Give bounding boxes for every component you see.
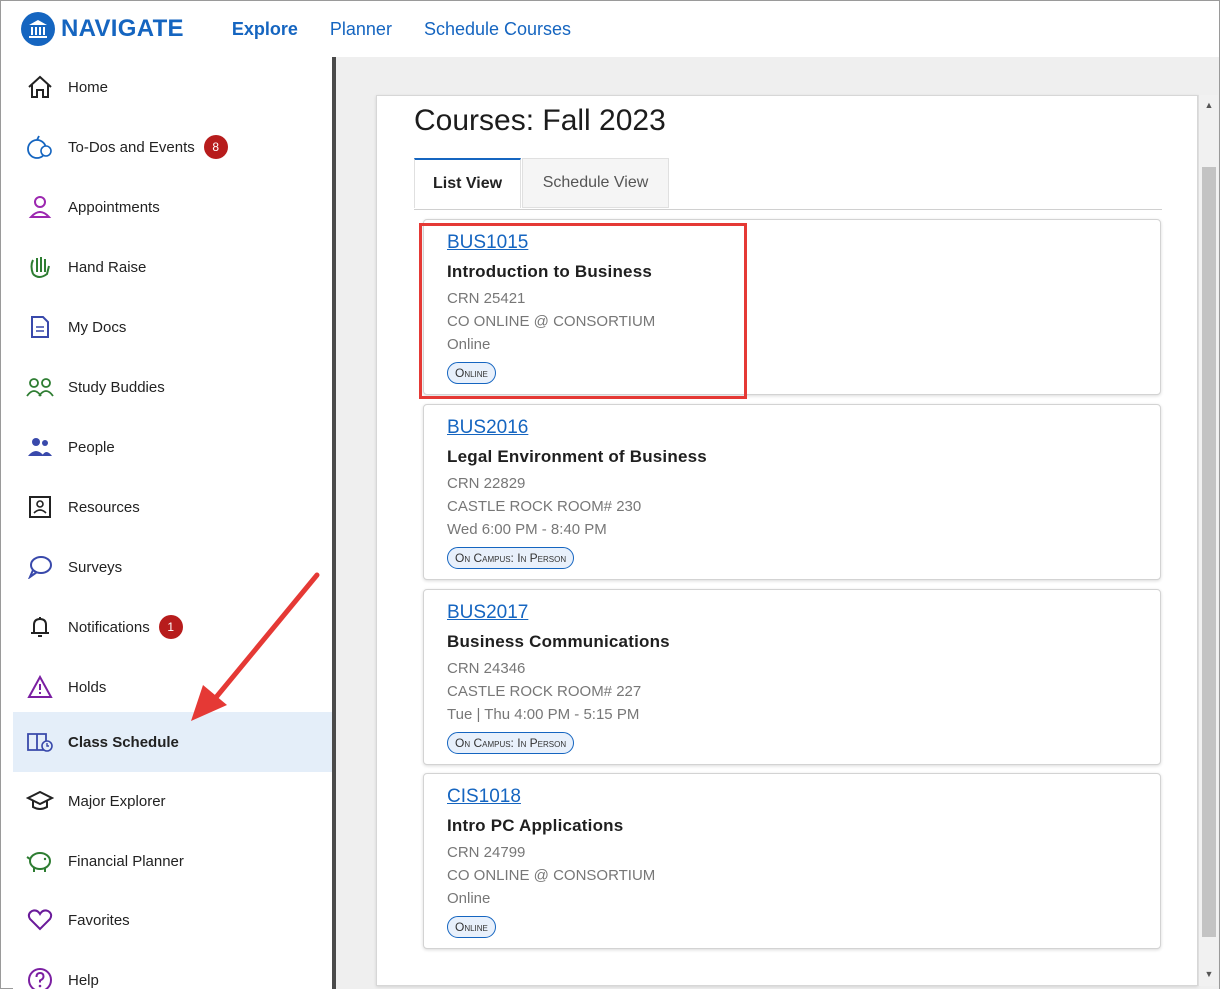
tab-list-view[interactable]: List View [414,158,521,208]
sidebar-item-resources[interactable]: Resources [13,477,333,537]
sidebar-item-label: Holds [68,678,107,696]
sidebar-item-holds[interactable]: Holds [13,657,333,717]
sidebar-item-favorites[interactable]: Favorites [13,890,333,950]
warning-icon [26,673,54,701]
top-nav: Explore Planner Schedule Courses [232,19,603,40]
course-code-link[interactable]: CIS1018 [447,786,521,808]
sidebar-item-home[interactable]: Home [13,57,333,117]
heart-icon [26,906,54,934]
course-location: CO ONLINE @ CONSORTIUM [447,313,656,330]
notification-count-badge: 1 [158,615,183,639]
course-location: CASTLE ROCK ROOM# 227 [447,683,642,700]
sidebar-item-label: Appointments [68,198,160,216]
people-icon [26,433,54,461]
sidebar-item-label: Financial Planner [68,852,184,870]
sidebar-item-label: Class Schedule [68,733,179,751]
top-bar: NAVIGATE Explore Planner Schedule Course… [1,1,1219,57]
brand[interactable]: NAVIGATE [21,12,184,46]
courses-panel: Courses: Fall 2023 List View Schedule Vi… [376,95,1198,986]
course-name: Intro PC Applications [447,816,624,835]
sidebar-item-label: Hand Raise [68,258,147,276]
help-icon [26,966,54,989]
sidebar-item-notifications[interactable]: Notifications 1 [13,597,333,657]
view-tabs: List View Schedule View [414,158,1162,210]
course-name: Introduction to Business [447,262,653,281]
course-card: BUS1015 Introduction to Business CRN 254… [423,219,1161,395]
course-card: BUS2016 Legal Environment of Business CR… [423,404,1161,580]
course-card: BUS2017 Business Communications CRN 2434… [423,589,1161,765]
sidebar-item-hand-raise[interactable]: Hand Raise [13,237,333,297]
chat-bubble-icon [26,553,54,581]
graduation-cap-icon [26,787,54,815]
sidebar-item-study-buddies[interactable]: Study Buddies [13,357,333,417]
course-name: Legal Environment of Business [447,447,707,466]
course-code-link[interactable]: BUS2016 [447,417,528,439]
sidebar-item-my-docs[interactable]: My Docs [13,297,333,357]
sidebar-item-label: People [68,438,115,456]
sidebar-item-label: Surveys [68,558,123,576]
panel-scrollbar[interactable]: ▲ ▼ [1198,95,1218,986]
sidebar-item-label: Home [68,78,109,96]
course-code-link[interactable]: BUS1015 [447,232,528,254]
course-name: Business Communications [447,632,670,651]
page-title: Courses: Fall 2023 [414,104,666,137]
nav-schedule-courses[interactable]: Schedule Courses [424,19,571,40]
sidebar-item-major-explorer[interactable]: Major Explorer [13,771,333,831]
sidebar-item-label: Major Explorer [68,792,166,810]
course-mode-badge: Online [447,916,496,938]
scroll-thumb[interactable] [1202,167,1216,937]
course-crn: CRN 25421 [447,290,526,307]
sidebar-item-label: To-Dos and Events [68,138,195,156]
book-icon [26,728,54,756]
person-icon [26,193,54,221]
sidebar-item-label: Notifications [68,618,150,636]
sidebar-item-label: Resources [68,498,140,516]
sidebar-item-surveys[interactable]: Surveys [13,537,333,597]
sidebar-item-appointments[interactable]: Appointments [13,177,333,237]
scroll-up-arrow-icon[interactable]: ▲ [1199,97,1219,113]
course-mode-badge: Online [447,362,496,384]
study-buddies-icon [26,373,54,401]
piggy-bank-icon [26,847,54,875]
sidebar-item-class-schedule[interactable]: Class Schedule [13,712,333,772]
course-mode-badge: On Campus: In Person [447,732,575,754]
sidebar-item-label: Study Buddies [68,378,165,396]
sidebar-item-label: Favorites [68,911,130,929]
course-crn: CRN 24346 [447,660,526,677]
course-time: Wed 6:00 PM - 8:40 PM [447,521,607,538]
brand-logo-icon [21,12,55,46]
course-mode-badge: On Campus: In Person [447,547,575,569]
sidebar: Home To-Dos and Events 8 Appointments Ha… [13,57,333,989]
course-crn: CRN 22829 [447,475,526,492]
tab-schedule-view[interactable]: Schedule View [522,158,669,208]
todo-icon [26,133,54,161]
course-card: CIS1018 Intro PC Applications CRN 24799 … [423,773,1161,949]
course-time: Online [447,890,491,907]
course-location: CO ONLINE @ CONSORTIUM [447,867,656,884]
todo-count-badge: 8 [203,135,228,159]
brand-name: NAVIGATE [61,15,184,42]
resources-icon [26,493,54,521]
course-crn: CRN 24799 [447,844,526,861]
course-time: Online [447,336,491,353]
scroll-down-arrow-icon[interactable]: ▼ [1199,966,1219,982]
sidebar-item-people[interactable]: People [13,417,333,477]
sidebar-item-label: Help [68,971,99,989]
course-location: CASTLE ROCK ROOM# 230 [447,498,642,515]
course-code-link[interactable]: BUS2017 [447,602,528,624]
home-icon [26,73,54,101]
sidebar-item-label: My Docs [68,318,127,336]
hand-icon [26,253,54,281]
document-icon [26,313,54,341]
sidebar-item-todos[interactable]: To-Dos and Events 8 [13,117,333,177]
bell-icon [26,613,54,641]
nav-explore[interactable]: Explore [232,19,298,40]
sidebar-item-financial-planner[interactable]: Financial Planner [13,831,333,891]
course-time: Tue | Thu 4:00 PM - 5:15 PM [447,706,640,723]
nav-planner[interactable]: Planner [330,19,392,40]
sidebar-item-help[interactable]: Help [13,950,333,989]
